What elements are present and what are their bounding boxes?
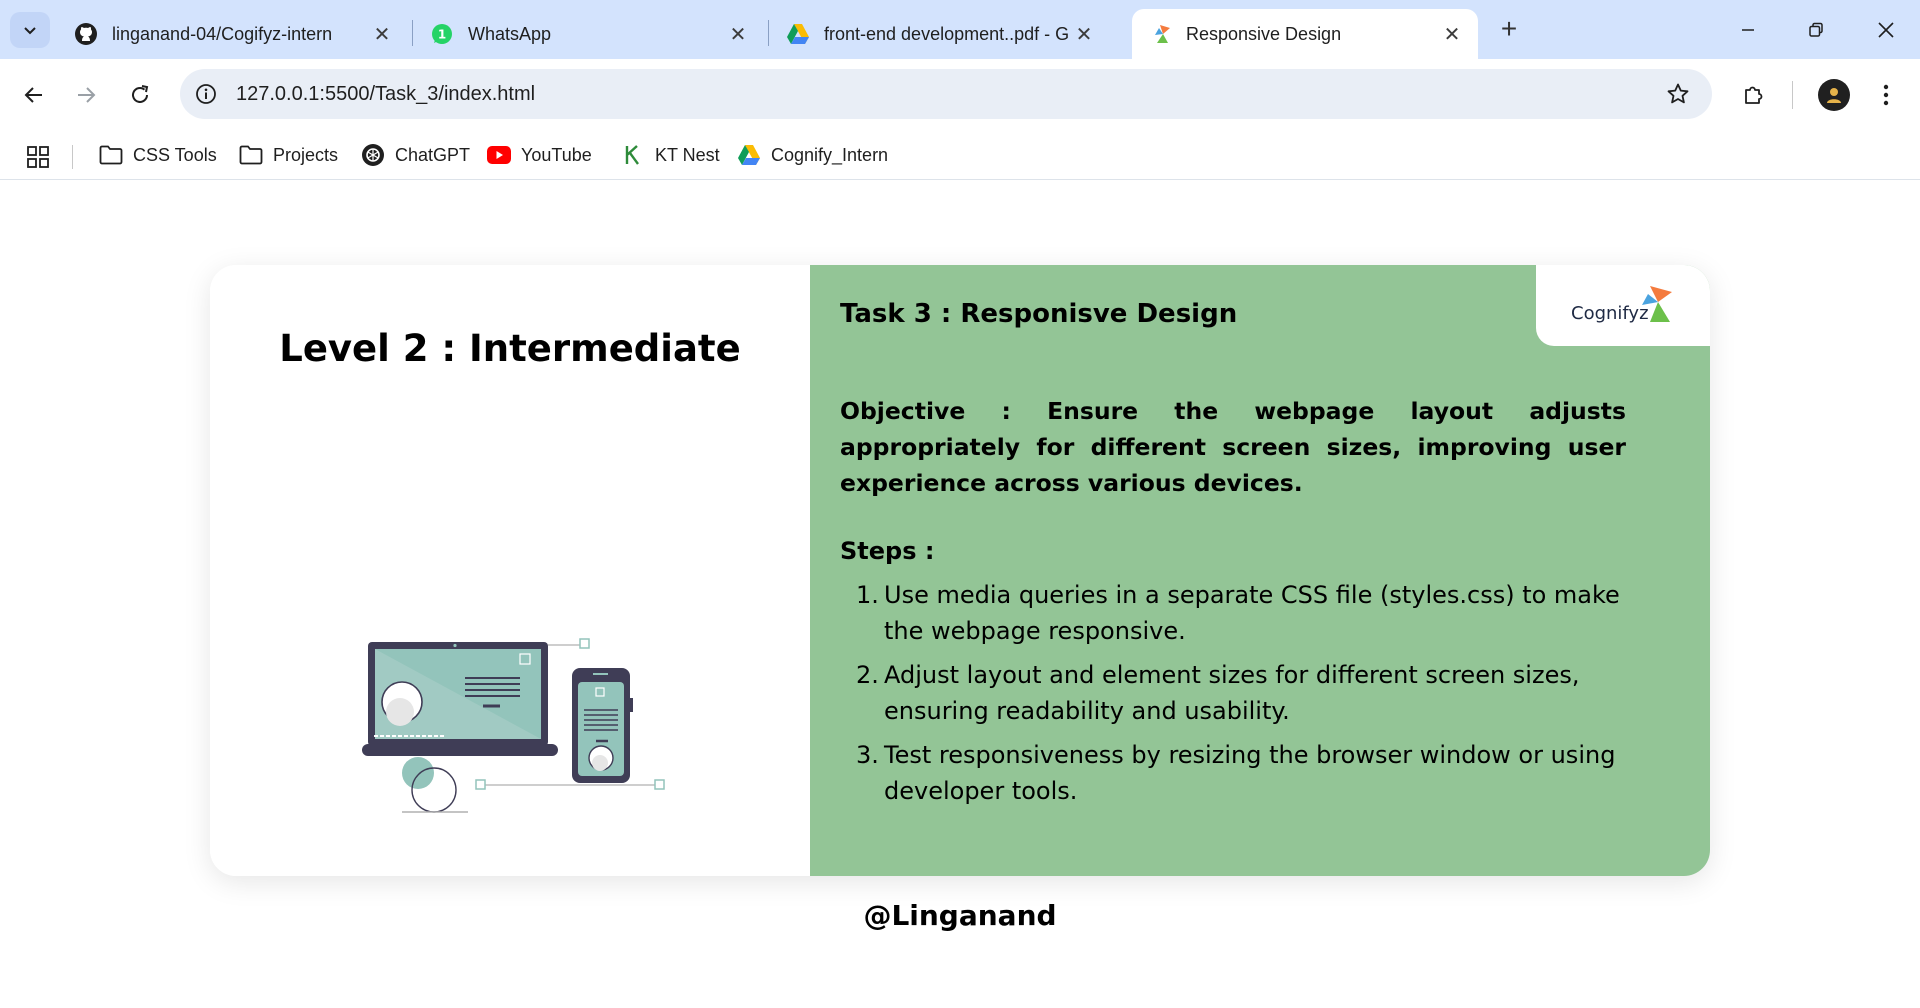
steps-heading: Steps :: [840, 537, 935, 565]
extensions-button[interactable]: [1734, 75, 1774, 115]
reload-button[interactable]: [120, 75, 160, 115]
page-viewport: Level 2 : Intermediate Task 3: Responis…: [0, 181, 1920, 1008]
kt-nest-icon: [620, 142, 646, 168]
bookmark-cognify-intern[interactable]: Cognify_Intern: [736, 139, 888, 171]
step-text: Test responsiveness by resizing the brow…: [884, 741, 1616, 805]
bookmark-chatgpt[interactable]: ChatGPT: [360, 139, 470, 171]
minimize-icon: [1742, 29, 1754, 31]
google-drive-icon: [786, 22, 810, 46]
folder-icon: [98, 142, 124, 168]
step-text: Adjust layout and element sizes for diff…: [884, 661, 1580, 725]
step-item: 2. Adjust layout and element sizes for di…: [840, 657, 1660, 729]
tab-title: WhatsApp: [468, 23, 552, 44]
close-tab-icon[interactable]: ✕: [1440, 22, 1464, 46]
puzzle-icon: [1745, 86, 1763, 104]
objective-text: Objective : Ensure the webpage layout ad…: [840, 397, 1626, 497]
bookmark-star-icon[interactable]: [1662, 78, 1694, 110]
minimize-button[interactable]: [1720, 8, 1776, 52]
tab-whatsapp[interactable]: 1 WhatsApp ✕: [414, 9, 764, 59]
google-drive-icon: [736, 142, 762, 168]
logo-text: Cognifyz: [1571, 303, 1649, 324]
tab-title: Responsive Design: [1186, 23, 1342, 44]
arrow-left-icon: [24, 87, 42, 103]
tab-search-button[interactable]: [10, 12, 50, 48]
task-title: Task 3 : Responisve Design: [840, 299, 1238, 329]
whatsapp-icon: 1: [430, 22, 454, 46]
address-bar[interactable]: 127.0.0.1:5500/Task_3/index.html: [180, 69, 1712, 119]
tab-divider: [768, 20, 769, 46]
more-vertical-icon: [1883, 84, 1889, 106]
bookmark-projects[interactable]: Projects: [238, 139, 338, 171]
tab-title: front-end development..pdf - G: [824, 23, 1070, 44]
step-number: 1.: [856, 581, 879, 609]
back-button[interactable]: [14, 75, 54, 115]
bookmark-label: YouTube: [521, 144, 592, 165]
step-number: 2.: [856, 661, 879, 689]
github-icon: [74, 22, 98, 46]
toolbar-divider: [1792, 81, 1793, 109]
bookmark-kt-nest[interactable]: KT Nest: [620, 139, 720, 171]
steps-list: 1. Use media queries in a separate CSS fi…: [840, 577, 1660, 817]
site-info-icon[interactable]: [186, 74, 226, 114]
close-window-button[interactable]: [1858, 8, 1914, 52]
bookmark-label: Cognify_Intern: [771, 144, 889, 165]
responsive-devices-illustration: [362, 638, 665, 813]
step-item: 1. Use media queries in a separate CSS fi…: [840, 577, 1660, 649]
tab-responsive-design[interactable]: Responsive Design ✕: [1132, 9, 1478, 59]
card-left-panel: Level 2 : Intermediate: [210, 265, 810, 876]
youtube-icon: [486, 142, 512, 168]
step-item: 3. Test responsiveness by resizing the br…: [840, 737, 1660, 809]
author-signature: @Linganand: [863, 899, 1057, 932]
close-tab-icon[interactable]: ✕: [1072, 22, 1096, 46]
reload-icon: [132, 85, 149, 103]
tab-github[interactable]: linganand-04/Cogifyz-intern ✕: [58, 9, 408, 59]
bookmark-youtube[interactable]: YouTube: [486, 139, 592, 171]
apps-grid-icon[interactable]: [24, 143, 52, 171]
restore-button[interactable]: [1788, 8, 1844, 52]
tab-strip: linganand-04/Cogifyz-intern ✕ 1 WhatsApp…: [0, 0, 1920, 59]
close-tab-icon[interactable]: ✕: [370, 22, 394, 46]
level-title: Level 2 : Intermediate: [279, 327, 741, 370]
browser-menu-button[interactable]: [1866, 75, 1906, 115]
bookmark-label: ChatGPT: [395, 144, 471, 165]
new-tab-button[interactable]: +: [1494, 13, 1524, 44]
forward-button[interactable]: [66, 75, 106, 115]
close-icon: [1878, 22, 1894, 38]
tab-google-drive-pdf[interactable]: front-end development..pdf - G ✕: [770, 9, 1110, 59]
cognifyz-logo-icon: [1642, 286, 1672, 322]
tab-divider: [412, 20, 413, 46]
bookmarks-bar: CSS Tools Projects ChatGPT YouTube KT Ne…: [0, 131, 1920, 180]
navigation-bar: 127.0.0.1:5500/Task_3/index.html: [0, 59, 1920, 131]
folder-icon: [238, 142, 264, 168]
tab-title: linganand-04/Cogifyz-intern: [112, 23, 333, 44]
bookmarks-divider: [72, 145, 73, 169]
bookmark-label: Projects: [273, 144, 339, 165]
cognifyz-logo: Cognifyz: [1536, 265, 1710, 346]
bookmark-css-tools[interactable]: CSS Tools: [98, 139, 217, 171]
bookmark-label: CSS Tools: [133, 144, 217, 165]
card-right-panel: Task 3 : Responisve Design Cognifyz Obje…: [810, 265, 1710, 876]
arrow-right-icon: [78, 87, 96, 103]
step-number: 3.: [856, 741, 879, 769]
bookmark-label: KT Nest: [655, 144, 720, 165]
chatgpt-icon: [360, 142, 386, 168]
chevron-down-icon: [24, 27, 36, 35]
close-tab-icon[interactable]: ✕: [726, 22, 750, 46]
profile-avatar[interactable]: [1818, 79, 1850, 111]
cognifyz-icon: [1148, 22, 1172, 46]
step-text: Use media queries in a separate CSS file…: [884, 581, 1620, 645]
svg-text:1: 1: [438, 28, 446, 42]
task-card: Level 2 : Intermediate Task 3: Responis…: [210, 265, 1710, 876]
restore-icon: [1809, 22, 1823, 37]
url-text[interactable]: 127.0.0.1:5500/Task_3/index.html: [236, 83, 535, 106]
